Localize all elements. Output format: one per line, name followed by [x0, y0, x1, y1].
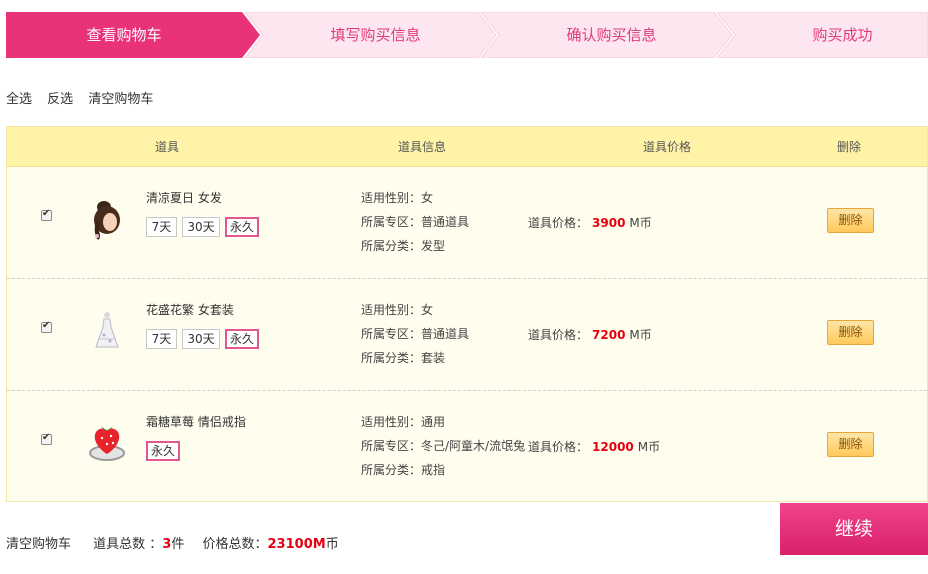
item-checkbox[interactable] [41, 432, 52, 445]
item-name: 清凉夏日 女发 [146, 191, 222, 205]
total-label: 价格总数： [202, 537, 268, 552]
cart-toolbar: 全选 反选 清空购物车 [6, 88, 164, 107]
cart-table-header: 道具 道具信息 道具价格 删除 [7, 127, 927, 167]
header-delete: 删除 [836, 140, 862, 154]
cart-row: 花盛花繁 女套装 7天 30天 永久 适用性别：女 所属专区：普通道具 所属分类… [7, 279, 927, 391]
price-label: 道具价格： [528, 440, 589, 454]
cart-table: 道具 道具信息 道具价格 删除 清凉夏日 女发 7天 30天 永久 适用性别：女… [6, 126, 928, 502]
duration-option-permanent[interactable]: 永久 [225, 329, 259, 349]
step-view-cart: 查看购物车 [86, 26, 162, 44]
count-unit: 件 [171, 537, 185, 552]
duration-option-30d[interactable]: 30天 [182, 329, 220, 349]
duration-option-permanent[interactable]: 永久 [225, 217, 259, 237]
item-category: 所属分类：发型 [361, 239, 446, 253]
item-category: 所属分类：套装 [361, 351, 446, 365]
cart-row: 清凉夏日 女发 7天 30天 永久 适用性别：女 所属专区：普通道具 所属分类：… [7, 167, 927, 279]
item-info: 适用性别：女 所属专区：普通道具 所属分类：套装 [361, 298, 469, 370]
price-value: 3900 [592, 216, 626, 230]
continue-button[interactable]: 继续 [780, 503, 928, 555]
delete-button[interactable]: 删除 [827, 320, 874, 345]
item-checkbox[interactable] [41, 208, 52, 221]
header-item: 道具 [154, 140, 180, 154]
count-value: 3 [162, 537, 172, 552]
invert-selection-link[interactable]: 反选 [47, 92, 73, 107]
delete-button[interactable]: 删除 [827, 432, 874, 457]
duration-option-7d[interactable]: 7天 [146, 217, 177, 237]
item-zone: 所属专区：普通道具 [361, 215, 470, 229]
item-price: 道具价格： 12000 M币 [528, 438, 660, 455]
delete-button[interactable]: 删除 [827, 208, 874, 233]
item-price: 道具价格： 3900 M币 [528, 214, 652, 231]
price-value: 12000 [592, 440, 634, 454]
dress-icon [95, 312, 119, 348]
item-name: 霜糖草莓 情侣戒指 [146, 415, 246, 429]
item-checkbox[interactable] [41, 320, 52, 333]
item-gender: 适用性别：通用 [361, 415, 446, 429]
hair-icon [94, 201, 120, 240]
duration-option-30d[interactable]: 30天 [182, 217, 220, 237]
select-all-link[interactable]: 全选 [6, 92, 32, 107]
step-progress: 查看购物车 填写购买信息 确认购买信息 购买成功 [6, 12, 928, 58]
item-name: 花盛花繁 女套装 [146, 303, 234, 317]
step-fill-info: 填写购买信息 [330, 26, 421, 44]
duration-option-7d[interactable]: 7天 [146, 329, 177, 349]
strawberry-ring-icon [89, 426, 125, 461]
header-price: 道具价格 [642, 140, 692, 154]
step-confirm-info: 确认购买信息 [566, 26, 657, 44]
price-unit: M币 [637, 440, 661, 454]
item-category: 所属分类：戒指 [361, 463, 446, 477]
item-zone: 所属专区：普通道具 [361, 327, 470, 341]
cart-summary: 清空购物车 道具总数 ：3件 价格总数：23100M币 [6, 533, 339, 552]
duration-option-permanent[interactable]: 永久 [146, 441, 180, 461]
item-gender: 适用性别：女 [361, 191, 434, 205]
item-gender: 适用性别：女 [361, 303, 434, 317]
total-unit: 币 [325, 537, 339, 552]
item-info: 适用性别：通用 所属专区：冬己/阿童木/流氓兔 所属分类：戒指 [361, 410, 525, 482]
item-zone: 所属专区：冬己/阿童木/流氓兔 [361, 439, 526, 453]
price-value: 7200 [592, 328, 626, 342]
footer-clear-cart-link[interactable]: 清空购物车 [6, 537, 71, 552]
price-label: 道具价格： [528, 216, 589, 230]
count-label: 道具总数 ： [93, 537, 163, 552]
clear-cart-link[interactable]: 清空购物车 [88, 92, 153, 107]
header-info: 道具信息 [397, 140, 447, 154]
item-price: 道具价格： 7200 M币 [528, 326, 652, 343]
price-unit: M币 [629, 216, 652, 230]
price-unit: M币 [629, 328, 652, 342]
step-success: 购买成功 [812, 26, 873, 44]
item-info: 适用性别：女 所属专区：普通道具 所属分类：发型 [361, 186, 469, 258]
total-value: 23100M [267, 537, 326, 552]
price-label: 道具价格： [528, 328, 589, 342]
cart-row: 霜糖草莓 情侣戒指 永久 适用性别：通用 所属专区：冬己/阿童木/流氓兔 所属分… [7, 391, 927, 503]
